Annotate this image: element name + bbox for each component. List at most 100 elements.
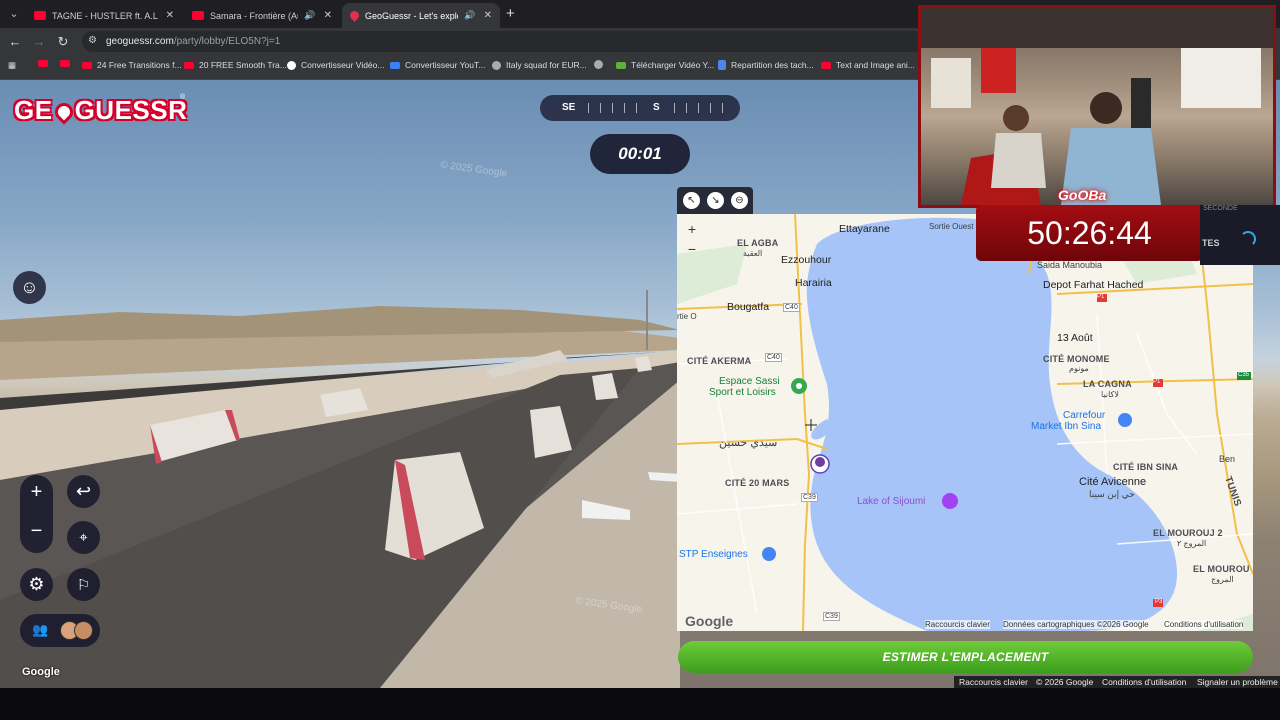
map-label: Cité Avicenne [1079, 476, 1147, 488]
map-label: EL MOUROU [1193, 564, 1250, 574]
apps-grid-icon[interactable]: ▦ [8, 60, 16, 71]
speaker-icon[interactable]: 🔊 [304, 10, 315, 21]
map-label: rtie O [677, 312, 697, 321]
zoom-out-button[interactable]: − [20, 520, 53, 543]
tab-samara[interactable]: Samara - Frontière (Audio) 🔊 ✕ [184, 3, 340, 28]
map-label: Lake of Sijoumi [857, 496, 926, 507]
guess-button[interactable]: ESTIMER L'EMPLACEMENT [678, 641, 1253, 673]
compass: SE S [540, 95, 740, 121]
map-label: مونوم [1069, 364, 1089, 373]
road-shield: C35 [1238, 372, 1250, 378]
shrink-map-icon[interactable]: ↘ [707, 192, 724, 209]
tab-search-icon[interactable]: ⌄ [6, 6, 22, 22]
download-icon [616, 61, 626, 69]
google-icon [287, 60, 296, 70]
flag-icon: ⚐ [76, 576, 91, 594]
map-label: لاكانيا [1101, 390, 1119, 399]
close-tab-icon[interactable]: ✕ [484, 10, 492, 21]
site-info-icon[interactable]: ⚙ [88, 35, 97, 46]
bookmark-1[interactable] [60, 60, 75, 67]
settings-button[interactable]: ⚙ [20, 568, 53, 601]
road-shield: P1 [1153, 379, 1161, 385]
tab-geoguessr[interactable]: GeoGuessr - Let's explore th 🔊 ✕ [342, 3, 500, 28]
map-label: CITÉ AKERMA [687, 356, 752, 366]
youtube-icon [60, 60, 70, 67]
map-label: CITÉ MONOME [1043, 354, 1110, 364]
map-label: Espace Sassi [719, 376, 780, 387]
bookmark-0[interactable] [38, 60, 53, 67]
url-input[interactable]: ⚙ geoguessr.com/party/lobby/ELO5N?j=1 [82, 31, 962, 52]
compass-tick [686, 103, 687, 113]
map-label: Saida Manoubia [1037, 260, 1103, 270]
undo-move-button[interactable]: ↩ [67, 475, 100, 508]
map-label: المروج [1211, 575, 1234, 584]
guess-map[interactable]: + − EL AGBA العقبة Ettayarane Sortie Oue… [677, 214, 1253, 631]
bookmark-10[interactable]: Text and Image ani... [821, 60, 915, 70]
pin-icon [50, 99, 77, 125]
map-label: EL AGBA [737, 238, 779, 248]
compass-label-s: S [653, 102, 660, 113]
map-label: EL MOUROUJ 2 [1153, 528, 1223, 538]
bookmark-9[interactable]: Repartition des tach... [718, 60, 814, 70]
bookmark-7[interactable] [594, 60, 608, 69]
loading-spinner-icon [1240, 231, 1256, 247]
players-button[interactable]: 👥 [20, 614, 100, 647]
bookmark-3[interactable]: 20 FREE Smooth Tra... [184, 60, 287, 70]
report-problem-link[interactable]: Signaler un problème [1197, 677, 1278, 687]
bookmark-2[interactable]: 24 Free Transitions f... [82, 60, 182, 70]
return-to-start-button[interactable]: ⌖ [67, 521, 100, 554]
forward-arrow-icon[interactable]: → [31, 34, 47, 50]
map-label: Sport et Loisirs [709, 387, 776, 398]
tab-tagne[interactable]: TAGNE - HUSTLER ft. A.L.A (OFF ✕ [26, 3, 182, 28]
flag-button[interactable]: ⚐ [67, 568, 100, 601]
copyright: © 2026 Google [1036, 677, 1094, 687]
shortcuts-link[interactable]: Raccourcis clavier [959, 677, 1028, 687]
youtube-icon [34, 11, 46, 20]
terms-link[interactable]: Conditions d'utilisation [1102, 677, 1186, 687]
bookmark-8[interactable]: Télécharger Vidéo Y... [616, 60, 714, 70]
registered-mark: ® [180, 94, 186, 101]
stream-info-strip: TES [1200, 205, 1280, 265]
map-label: حي إبن سينا [1089, 489, 1135, 499]
map-label: سيدي حسين [719, 437, 778, 449]
map-shortcuts-link[interactable]: Raccourcis clavier [925, 620, 990, 629]
pin-map-icon[interactable]: ⊖ [731, 192, 748, 209]
reload-icon[interactable]: ↻ [55, 34, 71, 50]
expand-map-icon[interactable]: ↖ [683, 192, 700, 209]
map-label: 13 Août [1057, 332, 1093, 344]
close-tab-icon[interactable]: ✕ [166, 10, 174, 21]
speaker-icon[interactable]: 🔊 [464, 10, 475, 21]
compass-tick [722, 103, 723, 113]
youtube-icon [821, 61, 831, 69]
smiley-icon: ☺ [20, 277, 39, 297]
road-shield: P1 [1097, 294, 1105, 300]
geoguessr-logo[interactable]: GE GUESSR [14, 95, 187, 126]
new-tab-button[interactable]: + [506, 5, 515, 22]
bookmark-5[interactable]: Convertisseur YouT... [390, 60, 485, 70]
emoji-reaction-button[interactable]: ☺ [13, 271, 46, 304]
player-avatar [74, 621, 93, 640]
map-zoom-in-button[interactable]: + [685, 222, 699, 236]
zoom-in-button[interactable]: + [20, 481, 53, 504]
map-label: LA CAGNA [1083, 379, 1132, 389]
webcam-overlay [918, 5, 1276, 208]
map-label: Market Ibn Sina [1031, 421, 1102, 432]
close-tab-icon[interactable]: ✕ [324, 10, 332, 21]
zoom-control: + − [20, 475, 53, 553]
map-footer: Raccourcis clavier Données cartographiqu… [677, 619, 1253, 631]
bookmark-6[interactable]: Italy squad for EUR... [492, 60, 587, 70]
map-zoom-out-button[interactable]: − [685, 242, 699, 256]
round-timer: 00:01 [590, 134, 690, 174]
compass-tick [588, 103, 589, 113]
back-arrow-icon[interactable]: ← [7, 34, 23, 50]
map-terms-link[interactable]: Conditions d'utilisation [1164, 620, 1244, 629]
map-label: Ben [1219, 454, 1236, 464]
strip-text: TES [1202, 238, 1220, 248]
map-label: العقبة [743, 249, 763, 258]
road-shield: C40 [783, 303, 800, 312]
compass-label-se: SE [562, 102, 576, 113]
location-pin-icon: ⌖ [79, 529, 88, 546]
bookmark-4[interactable]: Convertisseur Vidéo... [287, 60, 384, 70]
page-footer: Raccourcis clavier © 2026 Google Conditi… [954, 676, 1280, 688]
globe-icon [492, 60, 501, 70]
